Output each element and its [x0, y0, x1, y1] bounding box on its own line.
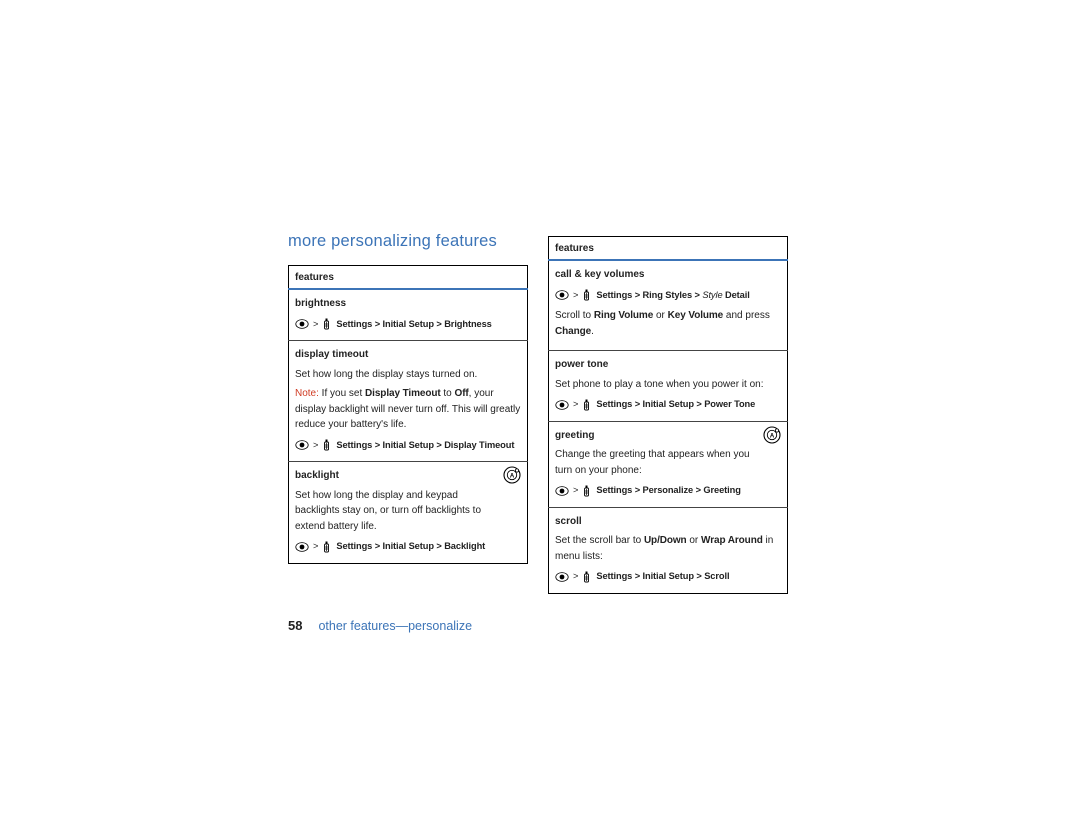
nav-path: > Settings > Personalize > Greeting	[555, 482, 781, 500]
feature-desc: Set how long the display and keypad back…	[295, 488, 521, 535]
feature-name: brightness	[295, 296, 521, 312]
nav-path: > Settings > Initial Setup > Brightness	[295, 316, 521, 334]
columns: more personalizing features features bri…	[288, 232, 848, 594]
center-key-icon	[555, 290, 569, 300]
feature-name: power tone	[555, 357, 781, 373]
nav-path: > Settings > Initial Setup > Scroll	[555, 568, 781, 586]
center-key-icon	[295, 440, 309, 450]
row-scroll: scroll Set the scroll bar to Up/Down or …	[549, 508, 787, 593]
center-key-icon	[555, 486, 569, 496]
page-number: 58	[288, 618, 302, 633]
left-table: features brightness > Settings > Initial…	[288, 265, 528, 564]
feature-desc: Set phone to play a tone when you power …	[555, 377, 781, 393]
nav-path: > Settings > Initial Setup > Backlight	[295, 538, 521, 556]
feature-note: Note: If you set Display Timeout to Off,…	[295, 386, 521, 433]
nav-path: > Settings > Ring Styles > Style Detail	[555, 287, 781, 305]
feature-name: display timeout	[295, 347, 521, 363]
settings-icon	[322, 318, 332, 330]
settings-icon	[322, 439, 332, 451]
settings-icon	[582, 289, 592, 301]
row-call-key-volumes: call & key volumes > Settings > Ring Sty…	[549, 261, 787, 350]
manual-page: more personalizing features features bri…	[288, 232, 848, 633]
right-table: features call & key volumes > Settings >…	[548, 236, 788, 594]
page-footer: 58 other features—personalize	[288, 618, 848, 633]
feature-name: backlight	[295, 468, 521, 484]
footer-title: other features—personalize	[318, 619, 472, 633]
svg-text:A: A	[510, 474, 515, 480]
row-power-tone: power tone Set phone to play a tone when…	[549, 351, 787, 421]
settings-icon	[582, 399, 592, 411]
nav-path: > Settings > Initial Setup > Power Tone	[555, 396, 781, 414]
operator-badge-icon: A	[503, 466, 521, 484]
row-brightness: brightness > Settings > Initial Setup > …	[289, 290, 527, 340]
center-key-icon	[555, 572, 569, 582]
center-key-icon	[295, 319, 309, 329]
right-column: features call & key volumes > Settings >…	[548, 236, 788, 594]
settings-icon	[582, 485, 592, 497]
feature-name: greeting	[555, 428, 781, 444]
row-greeting: A greeting Change the greeting that appe…	[549, 422, 787, 507]
settings-icon	[322, 541, 332, 553]
center-key-icon	[555, 400, 569, 410]
right-header: features	[549, 237, 788, 261]
operator-badge-icon: A	[763, 426, 781, 444]
row-display-timeout: display timeout Set how long the display…	[289, 341, 527, 461]
feature-desc: Set how long the display stays turned on…	[295, 367, 521, 383]
left-column: more personalizing features features bri…	[288, 232, 528, 594]
settings-icon	[582, 571, 592, 583]
feature-name: scroll	[555, 514, 781, 530]
feature-desc: Change the greeting that appears when yo…	[555, 447, 781, 478]
feature-desc: Set the scroll bar to Up/Down or Wrap Ar…	[555, 533, 781, 564]
left-header: features	[289, 266, 528, 290]
center-key-icon	[295, 542, 309, 552]
row-backlight: A backlight Set how long the display and…	[289, 462, 527, 563]
nav-path: > Settings > Initial Setup > Display Tim…	[295, 437, 521, 455]
feature-desc: Scroll to Ring Volume or Key Volume and …	[555, 308, 781, 339]
section-title: more personalizing features	[288, 232, 528, 251]
svg-text:A: A	[770, 433, 775, 439]
feature-name: call & key volumes	[555, 267, 781, 283]
